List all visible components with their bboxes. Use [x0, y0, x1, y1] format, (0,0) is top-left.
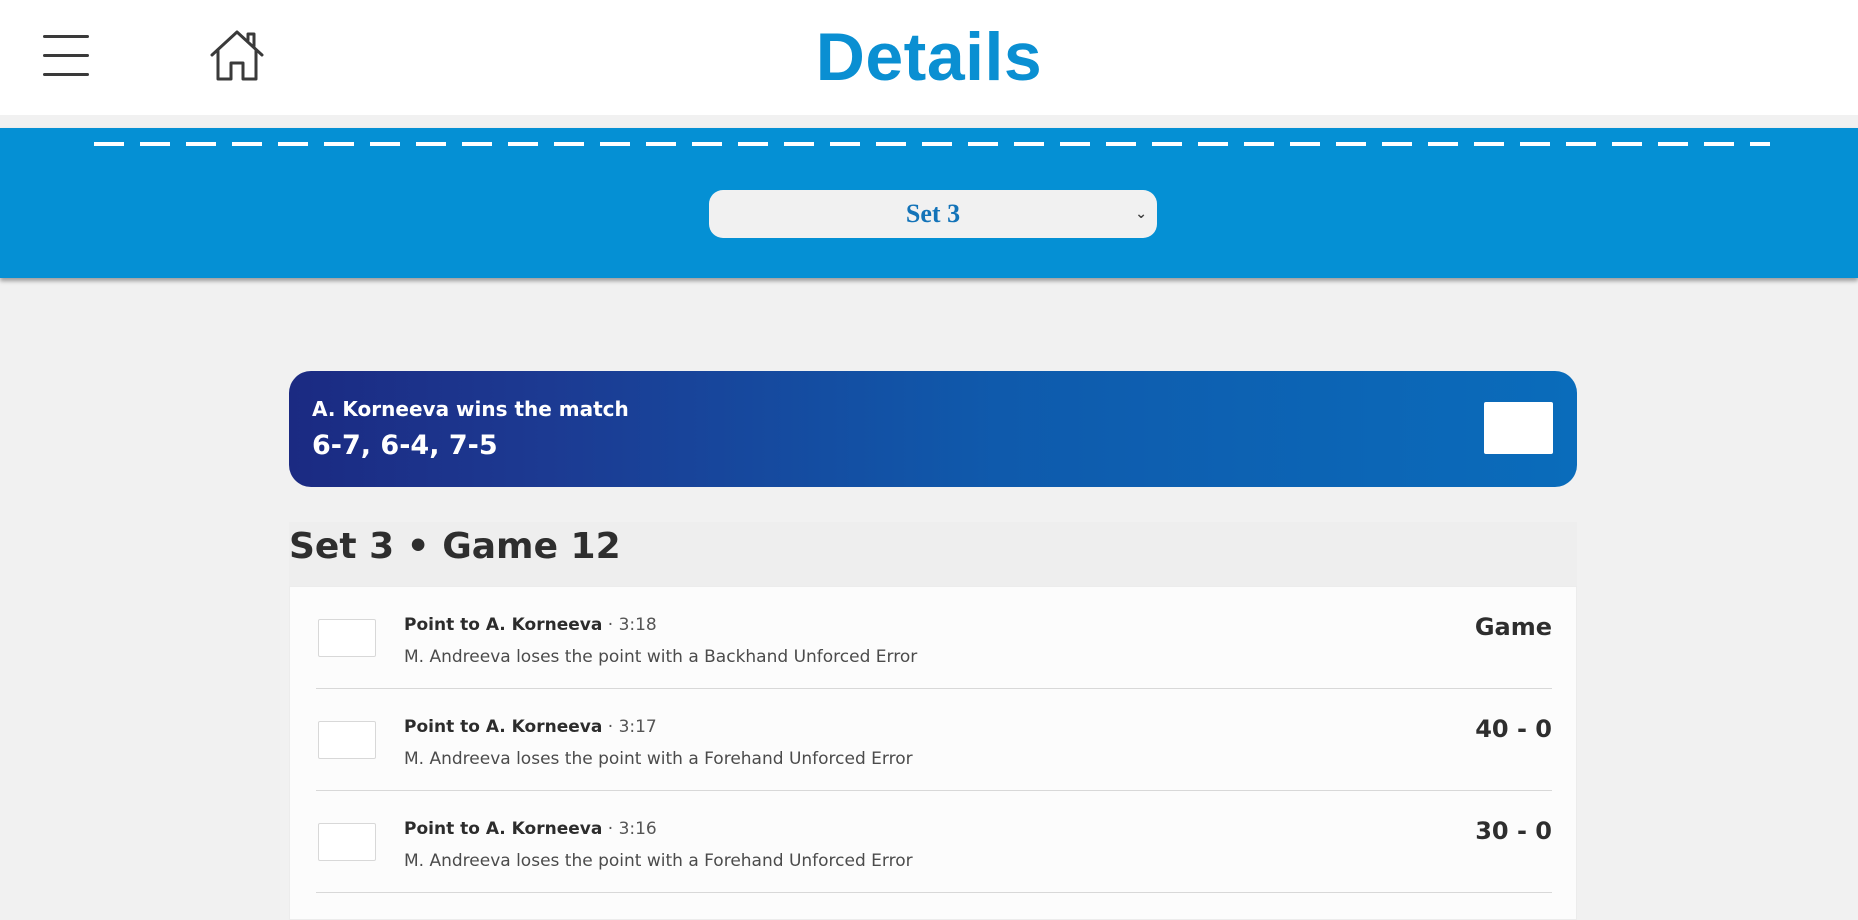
chevron-down-icon: ⌄	[1135, 206, 1147, 222]
point-row: Point to A. Korneeva · 3:16 M. Andreeva …	[316, 791, 1552, 893]
set-select-dropdown[interactable]: Set 3 ⌄	[709, 190, 1157, 238]
game-section-header: Set 3 • Game 12	[289, 522, 1577, 586]
point-header: Point to A. Korneeva · 3:16	[404, 819, 657, 839]
match-result-card: A. Korneeva wins the match 6-7, 6-4, 7-5	[289, 371, 1577, 487]
set-selector-bar: Set 3 ⌄	[0, 128, 1858, 278]
point-description: M. Andreeva loses the point with a Foreh…	[404, 851, 913, 871]
point-winner: Point to A. Korneeva	[404, 819, 603, 839]
player-flag-image	[318, 619, 376, 657]
point-list: Point to A. Korneeva · 3:18 M. Andreeva …	[289, 586, 1577, 920]
top-bar: Details	[0, 0, 1858, 115]
point-winner: Point to A. Korneeva	[404, 717, 603, 737]
point-row: Point to A. Korneeva · 3:17 M. Andreeva …	[316, 689, 1552, 791]
point-score: Game	[1474, 613, 1552, 641]
point-score: 30 - 0	[1475, 817, 1552, 845]
set-select-value: Set 3	[905, 199, 961, 228]
point-score: 40 - 0	[1475, 715, 1552, 743]
point-description: M. Andreeva loses the point with a Foreh…	[404, 749, 913, 769]
point-header: Point to A. Korneeva · 3:18	[404, 615, 657, 635]
point-time: 3:16	[618, 819, 657, 839]
point-time: 3:18	[618, 615, 657, 635]
match-result-title: A. Korneeva wins the match	[312, 397, 629, 421]
dashed-divider	[94, 142, 1770, 146]
point-winner: Point to A. Korneeva	[404, 615, 603, 635]
point-row: Point to A. Korneeva · 3:18 M. Andreeva …	[316, 587, 1552, 689]
winner-flag-image	[1484, 402, 1553, 454]
page-title: Details	[815, 19, 1043, 95]
game-section-title: Set 3 • Game 12	[289, 526, 621, 567]
point-header: Point to A. Korneeva · 3:17	[404, 717, 657, 737]
player-flag-image	[318, 823, 376, 861]
point-description: M. Andreeva loses the point with a Backh…	[404, 647, 918, 667]
player-flag-image	[318, 721, 376, 759]
point-separator: ·	[602, 819, 619, 839]
point-separator: ·	[602, 717, 619, 737]
match-result-score: 6-7, 6-4, 7-5	[312, 430, 498, 461]
point-time: 3:17	[618, 717, 657, 737]
point-separator: ·	[602, 615, 619, 635]
